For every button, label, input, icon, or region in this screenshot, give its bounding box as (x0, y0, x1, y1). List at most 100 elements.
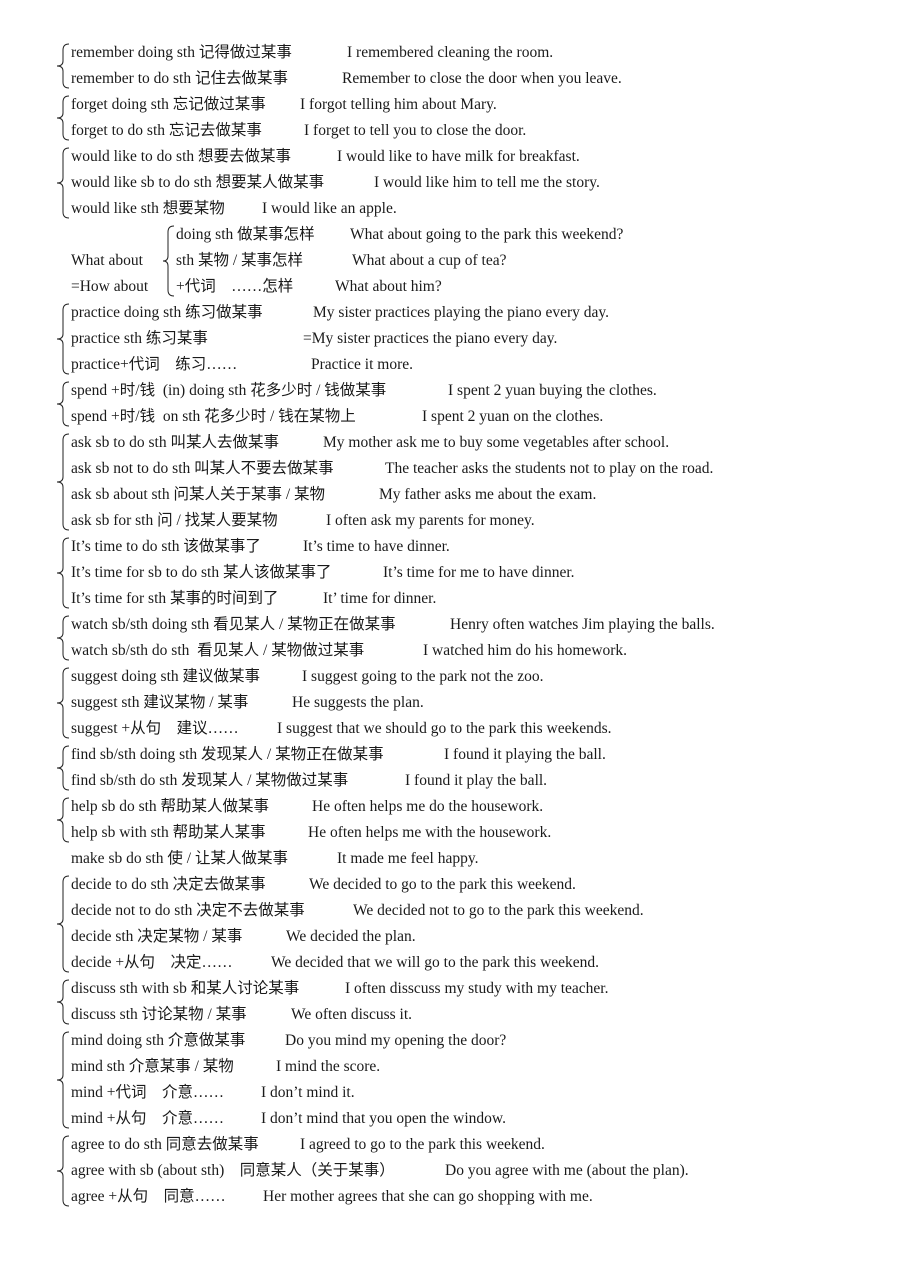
example-sentence: Remember to close the door when you leav… (342, 70, 622, 87)
pattern-line: decide to do sth 决定去做某事 We decided to go … (0, 872, 920, 898)
example-sentence: I watched him do his homework. (423, 642, 628, 659)
pattern-line: mind doing sth 介意做某事 Do you mind my openi… (0, 1028, 920, 1054)
brace-icon (55, 612, 71, 664)
brace-icon (55, 872, 71, 976)
pattern-text: spend +时/钱 on sth 花多少时 / 钱在某物上 (71, 408, 356, 425)
brace-icon (55, 1132, 71, 1210)
example-sentence: He often helps me do the housework. (312, 798, 544, 815)
pattern-line: ask sb about sth 问某人关于某事 / 某物 My father a… (0, 482, 920, 508)
example-sentence: What about going to the park this weeken… (350, 226, 624, 243)
example-sentence: My father asks me about the exam. (379, 486, 597, 503)
pattern-group: watch sb/sth doing sth 看见某人 / 某物正在做某事 Hen… (0, 612, 920, 664)
brace-icon (55, 378, 71, 430)
pattern-line: would like sth 想要某物 I would like an apple… (0, 196, 920, 222)
pattern-text: ask sb for sth 问 / 找某人要某物 (71, 512, 278, 529)
pattern-line: practice sth 练习某事 =My sister practices th… (0, 326, 920, 352)
pattern-text: watch sb/sth doing sth 看见某人 / 某物正在做某事 (71, 616, 396, 633)
example-sentence: It’ time for dinner. (323, 590, 437, 607)
pattern-text: watch sb/sth do sth 看见某人 / 某物做过某事 (71, 642, 365, 659)
pattern-line: spend +时/钱 (in) doing sth 花多少时 / 钱做某事 I s… (0, 378, 920, 404)
example-sentence: Do you mind my opening the door? (285, 1032, 507, 1049)
pattern-line: It’s time to do sth 该做某事了 It’s time to ha… (0, 534, 920, 560)
example-sentence: Her mother agrees that she can go shoppi… (263, 1188, 593, 1205)
example-sentence: I agreed to go to the park this weekend. (300, 1136, 545, 1153)
brace-icon (55, 430, 71, 534)
brace-icon (55, 794, 71, 846)
example-sentence: Do you agree with me (about the plan). (445, 1162, 689, 1179)
pattern-text: practice+代词 练习…… (71, 356, 238, 373)
pattern-text: discuss sth with sb 和某人讨论某事 (71, 980, 300, 997)
pattern-line: forget to do sth 忘记去做某事 I forget to tell … (0, 118, 920, 144)
grammar-notes-document: remember doing sth 记得做过某事 I remembered cl… (0, 40, 920, 1210)
pattern-group: remember doing sth 记得做过某事 I remembered cl… (0, 40, 920, 92)
pattern-group: would like to do sth 想要去做某事 I would like … (0, 144, 920, 222)
brace-icon (55, 92, 71, 144)
pattern-line: find sb/sth do sth 发现某人 / 某物做过某事 I found … (0, 768, 920, 794)
example-sentence: I suggest going to the park not the zoo. (302, 668, 544, 685)
pattern-line: make sb do sth 使 / 让某人做某事 It made me feel… (0, 846, 920, 872)
pattern-text: It’s time for sb to do sth 某人该做某事了 (71, 564, 332, 581)
example-sentence: I remembered cleaning the room. (347, 44, 554, 61)
pattern-line: decide not to do sth 决定不去做某事 We decided n… (0, 898, 920, 924)
pattern-line: discuss sth 讨论某物 / 某事 We often discuss it… (0, 1002, 920, 1028)
pattern-line: suggest +从句 建议…… I suggest that we should… (0, 716, 920, 742)
pattern-line: help sb with sth 帮助某人某事 He often helps me… (0, 820, 920, 846)
pattern-text: decide not to do sth 决定不去做某事 (71, 902, 305, 919)
pattern-line: practice doing sth 练习做某事 My sister practi… (0, 300, 920, 326)
example-sentence: He often helps me with the housework. (308, 824, 552, 841)
pattern-text: forget doing sth 忘记做过某事 (71, 96, 266, 113)
example-sentence: I would like an apple. (262, 200, 397, 217)
pattern-line: suggest doing sth 建议做某事 I suggest going t… (0, 664, 920, 690)
example-sentence: My mother ask me to buy some vegetables … (323, 434, 670, 451)
pattern-text: find sb/sth doing sth 发现某人 / 某物正在做某事 (71, 746, 384, 763)
pattern-line: ask sb not to do sth 叫某人不要去做某事 The teache… (0, 456, 920, 482)
brace-icon (55, 534, 71, 612)
pattern-text: decide to do sth 决定去做某事 (71, 876, 266, 893)
pattern-line: spend +时/钱 on sth 花多少时 / 钱在某物上 I spent 2 … (0, 404, 920, 430)
example-sentence: I spent 2 yuan buying the clothes. (448, 382, 657, 399)
pattern-group: discuss sth with sb 和某人讨论某事 I often dissc… (0, 976, 920, 1028)
example-sentence: I would like him to tell me the story. (374, 174, 600, 191)
pattern-line: practice+代词 练习…… Practice it more. (0, 352, 920, 378)
pattern-text: ask sb not to do sth 叫某人不要去做某事 (71, 460, 334, 477)
pattern-text: ask sb about sth 问某人关于某事 / 某物 (71, 486, 326, 503)
example-sentence: I spent 2 yuan on the clothes. (422, 408, 604, 425)
pattern-line: It’s time for sth 某事的时间到了 It’ time for di… (0, 586, 920, 612)
pattern-group: suggest doing sth 建议做某事 I suggest going t… (0, 664, 920, 742)
pattern-group: It’s time to do sth 该做某事了 It’s time to ha… (0, 534, 920, 612)
example-sentence: It made me feel happy. (337, 850, 479, 867)
pattern-text: doing sth 做某事怎样 (176, 226, 315, 243)
pattern-text: agree to do sth 同意去做某事 (71, 1136, 259, 1153)
pattern-group: forget doing sth 忘记做过某事 I forgot telling … (0, 92, 920, 144)
pattern-text: practice sth 练习某事 (71, 330, 208, 347)
pattern-text: forget to do sth 忘记去做某事 (71, 122, 262, 139)
pattern-text: would like sth 想要某物 (71, 200, 225, 217)
pattern-line: remember to do sth 记住去做某事 Remember to clo… (0, 66, 920, 92)
pattern-group: make sb do sth 使 / 让某人做某事 It made me feel… (0, 846, 920, 872)
example-sentence: I found it playing the ball. (444, 746, 606, 763)
pattern-text: decide sth 决定某物 / 某事 (71, 928, 243, 945)
example-sentence: I don’t mind that you open the window. (261, 1110, 506, 1127)
pattern-line: ask sb to do sth 叫某人去做某事 My mother ask me… (0, 430, 920, 456)
pattern-line: mind +代词 介意…… I don’t mind it. (0, 1080, 920, 1106)
pattern-text: suggest sth 建议某物 / 某事 (71, 694, 249, 711)
example-sentence: I mind the score. (276, 1058, 381, 1075)
pattern-group: decide to do sth 决定去做某事 We decided to go … (0, 872, 920, 976)
pattern-text: remember to do sth 记住去做某事 (71, 70, 288, 87)
pattern-text: remember doing sth 记得做过某事 (71, 44, 292, 61)
pattern-text: suggest doing sth 建议做某事 (71, 668, 261, 685)
pattern-text: sth 某物 / 某事怎样 (176, 252, 304, 269)
brace-icon (55, 40, 71, 92)
example-sentence: I often ask my parents for money. (326, 512, 535, 529)
pattern-line: would like to do sth 想要去做某事 I would like … (0, 144, 920, 170)
pattern-group: practice doing sth 练习做某事 My sister practi… (0, 300, 920, 378)
brace-icon (55, 664, 71, 742)
pattern-line: help sb do sth 帮助某人做某事 He often helps me … (0, 794, 920, 820)
what-about-line: sth 某物 / 某事怎样 What about a cup of tea? (0, 248, 920, 274)
pattern-group: find sb/sth doing sth 发现某人 / 某物正在做某事 I fo… (0, 742, 920, 794)
example-sentence: We decided that we will go to the park t… (271, 954, 600, 971)
pattern-line: discuss sth with sb 和某人讨论某事 I often dissc… (0, 976, 920, 1002)
pattern-group: spend +时/钱 (in) doing sth 花多少时 / 钱做某事 I s… (0, 378, 920, 430)
example-sentence: We decided the plan. (286, 928, 416, 945)
pattern-line: ask sb for sth 问 / 找某人要某物 I often ask my … (0, 508, 920, 534)
